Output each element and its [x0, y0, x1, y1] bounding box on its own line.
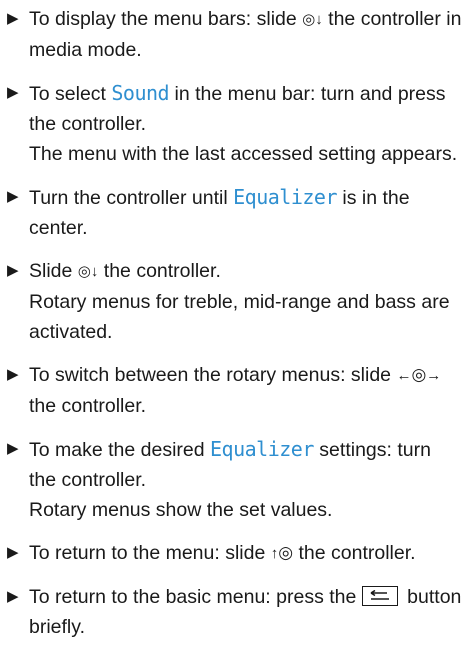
back-arrow-icon: [370, 590, 389, 600]
menu-item-equalizer: Equalizer: [210, 437, 314, 461]
step-text: the controller.: [293, 542, 416, 564]
bullet-triangle-icon: ▶: [7, 262, 19, 279]
step-result: Rotary menus show the set values.: [29, 499, 333, 521]
controller-slide-down-icon: ◎↓: [77, 263, 99, 280]
step-result: The menu with the last accessed setting …: [29, 143, 458, 165]
bullet-triangle-icon: ▶: [7, 544, 19, 561]
controller-knob-icon: ◎: [278, 543, 294, 562]
arrow-left-icon: ←: [396, 367, 412, 384]
step-result: Rotary menus for treble, mid-range and b…: [29, 291, 450, 343]
step-text: the controller.: [29, 395, 147, 417]
list-item: ▶ Slide ◎↓ the controller. Rotary menus …: [0, 256, 463, 347]
step-text: Slide: [29, 260, 78, 282]
bullet-triangle-icon: ▶: [7, 588, 19, 605]
instruction-list: ▶ To display the menu bars: slide ◎↓ the…: [0, 0, 463, 642]
controller-slide-up-icon: ↑◎: [271, 538, 293, 569]
bullet-triangle-icon: ▶: [7, 366, 19, 383]
menu-item-equalizer: Equalizer: [233, 185, 337, 209]
menu-item-sound: Sound: [111, 81, 170, 105]
step-text: To select: [29, 83, 112, 105]
list-item: ▶ To select Sound in the menu bar: turn …: [0, 78, 463, 169]
controller-knob-icon: ◎: [411, 365, 427, 384]
list-item: ▶ To switch between the rotary menus: sl…: [0, 360, 463, 421]
list-item: ▶ Turn the controller until Equalizer is…: [0, 182, 463, 243]
bullet-triangle-icon: ▶: [7, 188, 19, 205]
step-text: Turn the controller until: [29, 187, 234, 209]
step-text: To switch between the rotary menus: slid…: [29, 364, 397, 386]
step-text: To return to the menu: slide: [29, 542, 271, 564]
bullet-triangle-icon: ▶: [7, 440, 19, 457]
list-item: ▶ To return to the menu: slide ↑◎ the co…: [0, 538, 463, 569]
back-button-icon: [361, 586, 398, 606]
step-text: To return to the basic menu: press the: [29, 586, 362, 608]
list-item: ▶ To display the menu bars: slide ◎↓ the…: [0, 4, 463, 65]
bullet-triangle-icon: ▶: [7, 10, 19, 27]
arrow-right-icon: →: [426, 367, 442, 384]
step-text: To make the desired: [29, 439, 211, 461]
step-text: To display the menu bars: slide: [29, 8, 303, 30]
bullet-triangle-icon: ▶: [7, 84, 19, 101]
list-item: ▶ To return to the basic menu: press the…: [0, 582, 463, 642]
list-item: ▶ To make the desired Equalizer settings…: [0, 434, 463, 525]
controller-slide-left-right-icon: ←◎→: [396, 360, 441, 391]
step-text: the controller.: [98, 260, 221, 282]
controller-slide-down-icon: ◎↓: [302, 11, 323, 28]
